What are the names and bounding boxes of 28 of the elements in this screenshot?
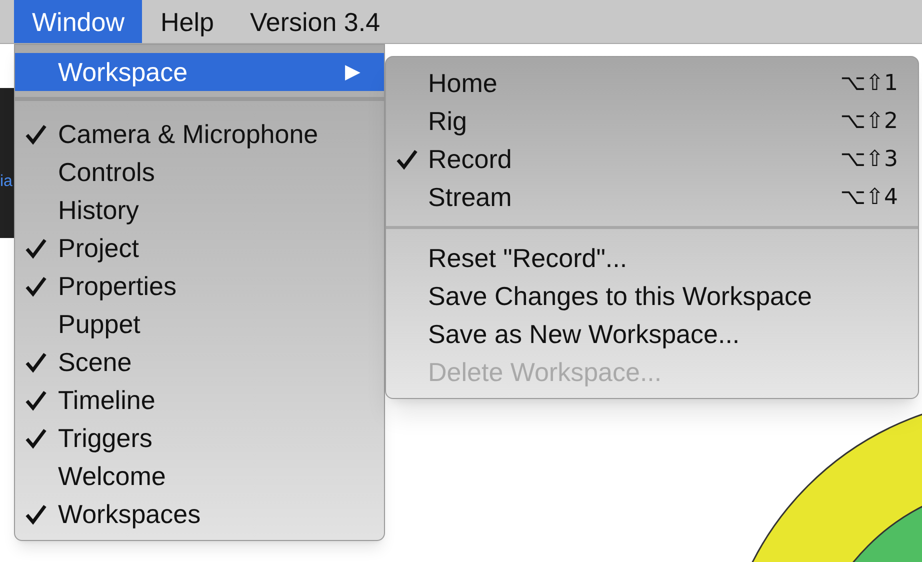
menu-item[interactable]: Save Changes to this Workspace [386, 277, 918, 315]
menu-item[interactable]: Record ⌥⇧3 [386, 140, 918, 178]
menu-bar-item[interactable]: Window [14, 0, 142, 43]
menu-item[interactable]: Reset "Record"... [386, 239, 918, 277]
shortcut-label: ⌥⇧3 [840, 146, 898, 174]
menu-item[interactable]: Workspace ▶ [15, 53, 384, 91]
menu-item[interactable]: Puppet [15, 305, 384, 343]
menu-item[interactable]: Stream ⌥⇧4 [386, 178, 918, 216]
submenu-arrow: ▶ [345, 60, 360, 85]
menu-item[interactable]: Rig ⌥⇧2 [386, 102, 918, 140]
menu-item[interactable]: Workspaces [15, 495, 384, 533]
menu-item[interactable]: Controls [15, 153, 384, 191]
shortcut-label: ⌥⇧4 [840, 184, 898, 212]
menu-bar-item[interactable]: Version 3.4 [232, 0, 398, 43]
menu-item[interactable]: Properties [15, 267, 384, 305]
menu-bar-item[interactable]: Help [142, 0, 232, 43]
menu-item[interactable]: Camera & Microphone [15, 115, 384, 153]
menu-item[interactable]: Project [15, 229, 384, 267]
shortcut-label: ⌥⇧2 [840, 108, 898, 136]
tab-label: ia [0, 174, 14, 190]
menu-item[interactable]: Timeline [15, 381, 384, 419]
menu-item[interactable]: Triggers [15, 419, 384, 457]
shortcut-label: ⌥⇧1 [840, 70, 898, 98]
menu-item[interactable]: Welcome [15, 457, 384, 495]
menu-item[interactable]: Scene [15, 343, 384, 381]
menu-item[interactable]: History [15, 191, 384, 229]
menu-item[interactable]: Home ⌥⇧1 [386, 64, 918, 102]
menu-item[interactable]: Save as New Workspace... [386, 315, 918, 353]
